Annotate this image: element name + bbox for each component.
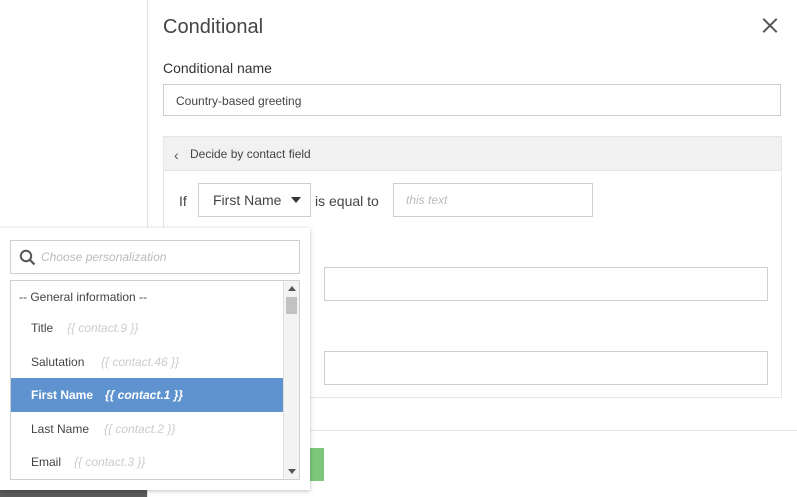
scroll-up-icon[interactable] xyxy=(288,286,296,291)
dialog-title: Conditional xyxy=(163,16,264,38)
item-token: {{ contact.46 }} xyxy=(101,355,180,369)
item-name: Title xyxy=(31,321,54,335)
personalization-dropdown: Choose personalization -- General inform… xyxy=(0,228,310,490)
list-item-last-name[interactable]: Last Name {{ contact.2 }} xyxy=(11,412,283,446)
item-name: Salutation xyxy=(31,355,85,369)
close-icon[interactable] xyxy=(758,14,782,38)
chevron-left-icon[interactable]: ‹ xyxy=(174,147,179,163)
save-button[interactable] xyxy=(310,448,324,481)
if-label: If xyxy=(179,193,187,209)
list-item-email[interactable]: Email {{ contact.3 }} xyxy=(11,445,283,479)
list-scrollbar[interactable] xyxy=(283,281,299,479)
search-icon xyxy=(19,249,36,266)
personalization-list: -- General information -- Title {{ conta… xyxy=(10,280,300,480)
backdrop-strip xyxy=(0,490,147,497)
panel-header[interactable]: ‹ Decide by contact field xyxy=(164,137,781,171)
list-item-salutation[interactable]: Salutation {{ contact.46 }} xyxy=(11,345,283,379)
else-content-field[interactable] xyxy=(324,351,768,385)
contact-field-value: First Name xyxy=(213,192,282,208)
item-token: {{ contact.9 }} xyxy=(67,321,139,335)
condition-value-input[interactable]: this text xyxy=(393,183,593,217)
operator-label: is equal to xyxy=(315,193,379,209)
search-placeholder: Choose personalization xyxy=(41,250,167,264)
list-item-title[interactable]: Title {{ contact.9 }} xyxy=(11,311,283,345)
contact-field-select[interactable]: First Name xyxy=(198,183,311,217)
conditional-name-input[interactable]: Country-based greeting xyxy=(163,84,781,116)
group-header: -- General information -- xyxy=(19,290,148,304)
scroll-down-icon[interactable] xyxy=(288,469,296,474)
then-content-field[interactable] xyxy=(324,267,768,301)
item-name: Last Name xyxy=(31,422,90,436)
item-token: {{ contact.1 }} xyxy=(105,388,184,402)
item-token: {{ contact.2 }} xyxy=(104,422,176,436)
caret-down-icon xyxy=(291,197,301,203)
conditional-name-label: Conditional name xyxy=(163,60,272,76)
list-item-first-name[interactable]: First Name {{ contact.1 }} xyxy=(11,378,283,412)
item-token: {{ contact.3 }} xyxy=(74,455,146,469)
item-name: Email xyxy=(31,455,62,469)
scroll-thumb[interactable] xyxy=(286,297,297,314)
personalization-search[interactable]: Choose personalization xyxy=(10,240,300,274)
panel-header-label: Decide by contact field xyxy=(190,147,311,161)
item-name: First Name xyxy=(31,388,94,402)
